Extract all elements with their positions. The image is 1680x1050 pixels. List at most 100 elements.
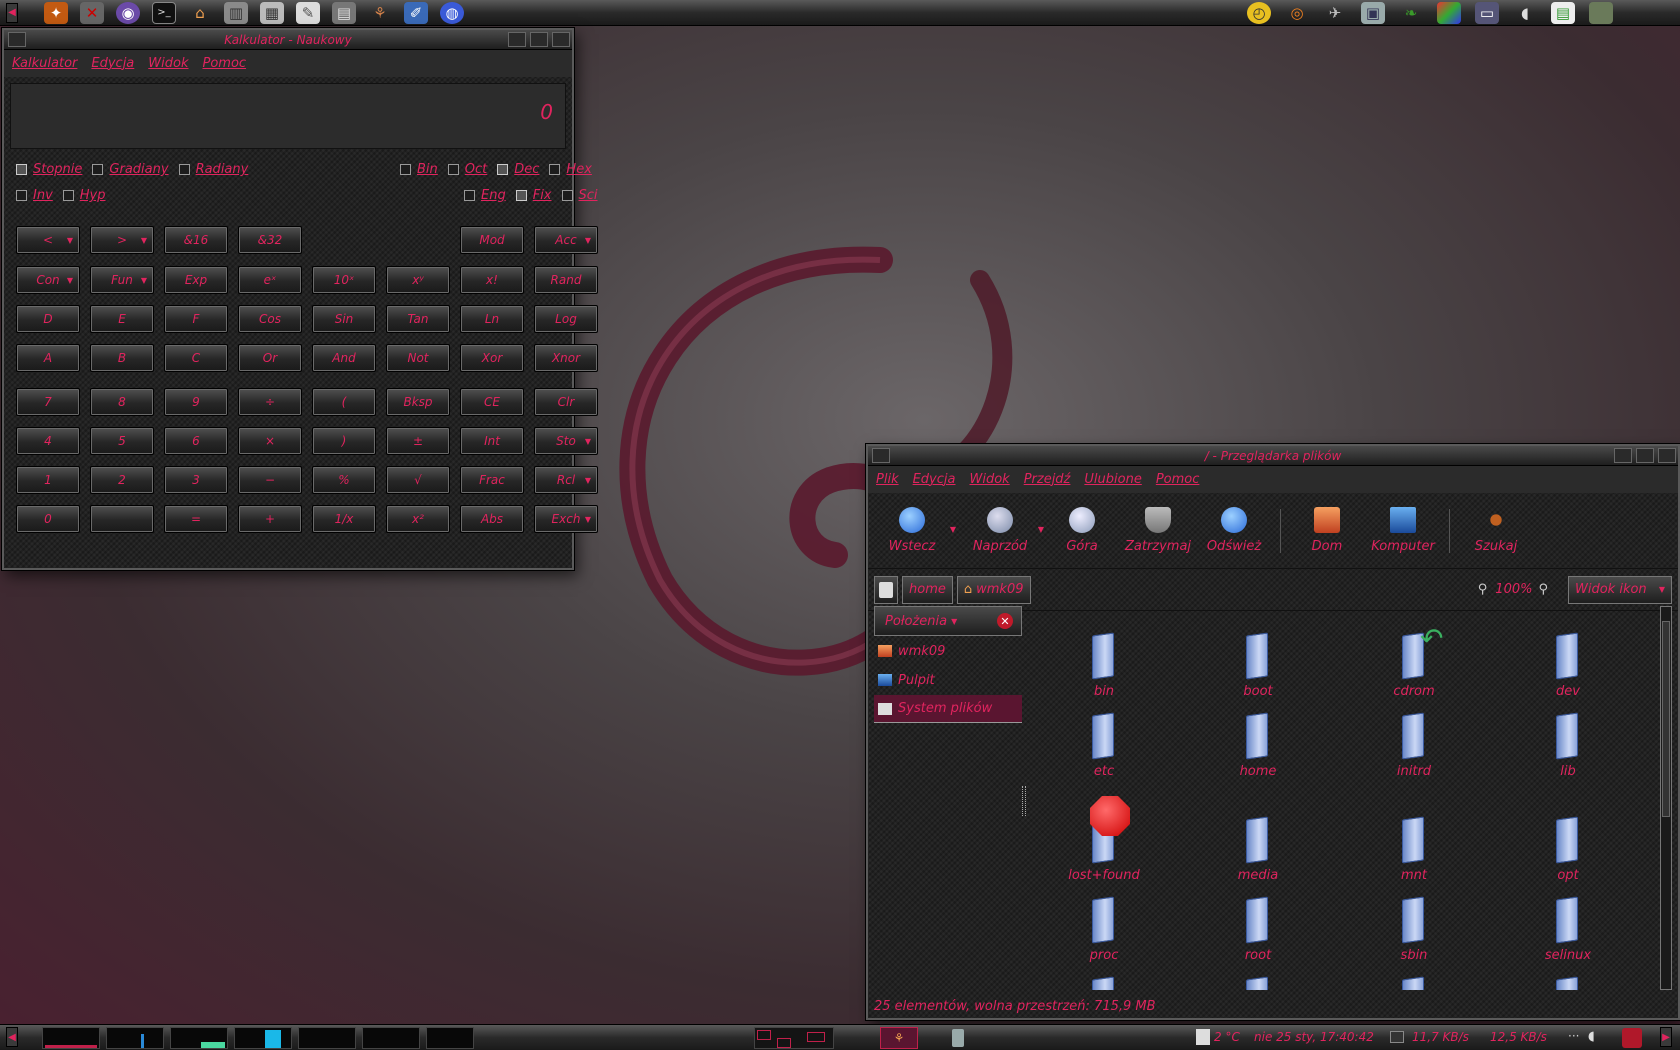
calc-key-r4c4[interactable]: ( xyxy=(312,388,376,416)
angle-gradians-checkbox[interactable] xyxy=(92,164,104,175)
leaf-icon[interactable]: ❧ xyxy=(1399,2,1423,24)
calc-key-x[interactable]: x! xyxy=(460,266,524,294)
calc-key-abs[interactable]: Abs xyxy=(460,505,524,533)
calc-key-16[interactable]: &16 xyxy=(164,226,228,254)
blender-icon[interactable]: ◎ xyxy=(1285,2,1309,24)
back-history-dropdown-icon[interactable]: ▼ xyxy=(950,525,956,534)
memory-graph[interactable] xyxy=(106,1027,164,1049)
calculator-titlebar[interactable]: Kalkulator - Naukowy xyxy=(4,30,572,50)
format-sci-checkbox[interactable] xyxy=(561,190,573,201)
calc-key-x[interactable]: xʸ xyxy=(386,266,450,294)
folder-item-hidden-16[interactable] xyxy=(1054,976,1154,990)
calc-key-3[interactable]: 3 xyxy=(164,466,228,494)
pager-windows-preview[interactable] xyxy=(754,1027,834,1049)
menu-widok[interactable]: Widok xyxy=(969,472,1009,487)
angle-degrees-checkbox[interactable] xyxy=(16,164,27,175)
calc-key-fun[interactable]: Fun ▼ xyxy=(90,266,154,294)
folder-item-bin[interactable]: bin xyxy=(1054,632,1154,699)
calc-key-r7c2[interactable]: = xyxy=(164,505,228,533)
reload-button[interactable]: Odśwież xyxy=(1196,507,1272,554)
folder-item-hidden-19[interactable] xyxy=(1518,976,1618,990)
desktop-pager-3[interactable] xyxy=(426,1027,474,1049)
folder-item-home[interactable]: home xyxy=(1208,712,1308,779)
calc-key-r6c4[interactable]: % xyxy=(312,466,376,494)
window-menu-button[interactable] xyxy=(872,448,890,463)
calc-key-sto[interactable]: Sto ▼ xyxy=(534,427,598,455)
calc-key-log[interactable]: Log xyxy=(534,305,598,333)
calc-key-clr[interactable]: Clr xyxy=(534,388,598,416)
home-icon[interactable]: ⌂ xyxy=(188,2,212,24)
calc-key-d[interactable]: D xyxy=(16,305,80,333)
cube-icon[interactable] xyxy=(1437,2,1461,24)
table-icon[interactable]: ▤ xyxy=(1551,2,1575,24)
ellipsis-icon[interactable]: ··· xyxy=(1568,1029,1579,1043)
icon-view-scrollbar[interactable] xyxy=(1660,606,1672,990)
inv-label[interactable]: Inv xyxy=(33,188,53,203)
angle-radians-checkbox[interactable] xyxy=(178,164,190,175)
folder-item-proc[interactable]: proc xyxy=(1054,896,1154,963)
format-eng-label[interactable]: Eng xyxy=(481,188,506,203)
calc-key-r0c1[interactable]: > ▼ xyxy=(90,226,154,254)
minimize-button[interactable] xyxy=(508,32,526,47)
folder-item-media[interactable]: media xyxy=(1208,816,1308,883)
format-eng-checkbox[interactable] xyxy=(464,190,475,201)
menu-przejdz[interactable]: Przejdź xyxy=(1024,472,1071,487)
clock[interactable]: nie 25 sty, 17:40:42 xyxy=(1254,1030,1374,1044)
stop-button[interactable]: Zatrzymaj xyxy=(1120,507,1196,554)
calc-key-acc[interactable]: Acc ▼ xyxy=(534,226,598,254)
calc-key-or[interactable]: Or xyxy=(238,344,302,372)
calc-key-tan[interactable]: Tan xyxy=(386,305,450,333)
folder-item-cdrom[interactable]: ↶ cdrom xyxy=(1364,622,1464,699)
menu-ulubione[interactable]: Ulubione xyxy=(1084,472,1141,487)
calc-key-exp[interactable]: Exp xyxy=(164,266,228,294)
calc-key-r7c1[interactable] xyxy=(90,505,154,533)
maximize-button[interactable] xyxy=(1636,448,1654,463)
calc-key-e[interactable]: eˣ xyxy=(238,266,302,294)
hyp-checkbox[interactable] xyxy=(62,190,74,201)
view-mode-select[interactable]: Widok ikon ▼ xyxy=(1568,575,1672,604)
minimize-button[interactable] xyxy=(1614,448,1632,463)
calc-key-r5c4[interactable]: ) xyxy=(312,427,376,455)
mouse-icon[interactable]: ◖ xyxy=(1513,2,1537,24)
base-dec-checkbox[interactable] xyxy=(497,164,509,175)
folder-item-hidden-18[interactable] xyxy=(1364,976,1464,990)
menu-edycja[interactable]: Edycja xyxy=(91,56,134,71)
package-icon[interactable]: ⚘ xyxy=(368,2,392,24)
calc-key-rand[interactable]: Rand xyxy=(534,266,598,294)
search-button[interactable]: Szukaj xyxy=(1458,507,1534,554)
base-bin-checkbox[interactable] xyxy=(400,164,411,175)
clock-icon[interactable]: ◴ xyxy=(1247,2,1271,24)
calc-key-con[interactable]: Con ▼ xyxy=(16,266,80,294)
home-button[interactable]: Dom xyxy=(1289,507,1365,554)
base-dec-label[interactable]: Dec xyxy=(514,162,539,177)
base-oct-checkbox[interactable] xyxy=(447,164,459,175)
calc-key-exch[interactable]: Exch ▼ xyxy=(534,505,598,533)
calc-key-int[interactable]: Int xyxy=(460,427,524,455)
zoom-out-icon[interactable]: ⚲ xyxy=(1478,582,1488,597)
calc-key-r0c0[interactable]: < ▼ xyxy=(16,226,80,254)
weather-icon[interactable] xyxy=(1196,1029,1210,1045)
calc-key-r6c5[interactable]: √ xyxy=(386,466,450,494)
scrollbar-thumb[interactable] xyxy=(1662,621,1670,817)
folder-item-etc[interactable]: etc xyxy=(1054,712,1154,779)
desktop-pager-2[interactable] xyxy=(362,1027,420,1049)
zoom-in-icon[interactable]: ⚲ xyxy=(1538,582,1548,597)
base-bin-label[interactable]: Bin xyxy=(417,162,438,177)
calc-key-6[interactable]: 6 xyxy=(164,427,228,455)
file-browser-titlebar[interactable]: / - Przeglądarka plików xyxy=(868,446,1678,466)
maximize-button[interactable] xyxy=(530,32,548,47)
browser-icon[interactable]: ◍ xyxy=(440,1,464,24)
forward-button[interactable]: Naprzód ▼ xyxy=(962,507,1044,554)
editor-icon[interactable]: ✎ xyxy=(296,1,320,24)
inv-checkbox[interactable] xyxy=(16,190,27,201)
logout-icon[interactable] xyxy=(1622,1028,1642,1048)
kde-menu-icon[interactable]: ✦ xyxy=(44,1,68,24)
menu-widok[interactable]: Widok xyxy=(148,56,188,71)
calc-key-ce[interactable]: CE xyxy=(460,388,524,416)
place-item-desktop[interactable]: Pulpit xyxy=(874,666,1022,694)
calc-key-r5c5[interactable]: ± xyxy=(386,427,450,455)
menu-pomoc[interactable]: Pomoc xyxy=(1156,472,1200,487)
sidebar-resize-handle[interactable] xyxy=(1022,786,1026,816)
calc-key-bksp[interactable]: Bksp xyxy=(386,388,450,416)
swap-graph[interactable] xyxy=(170,1027,228,1049)
